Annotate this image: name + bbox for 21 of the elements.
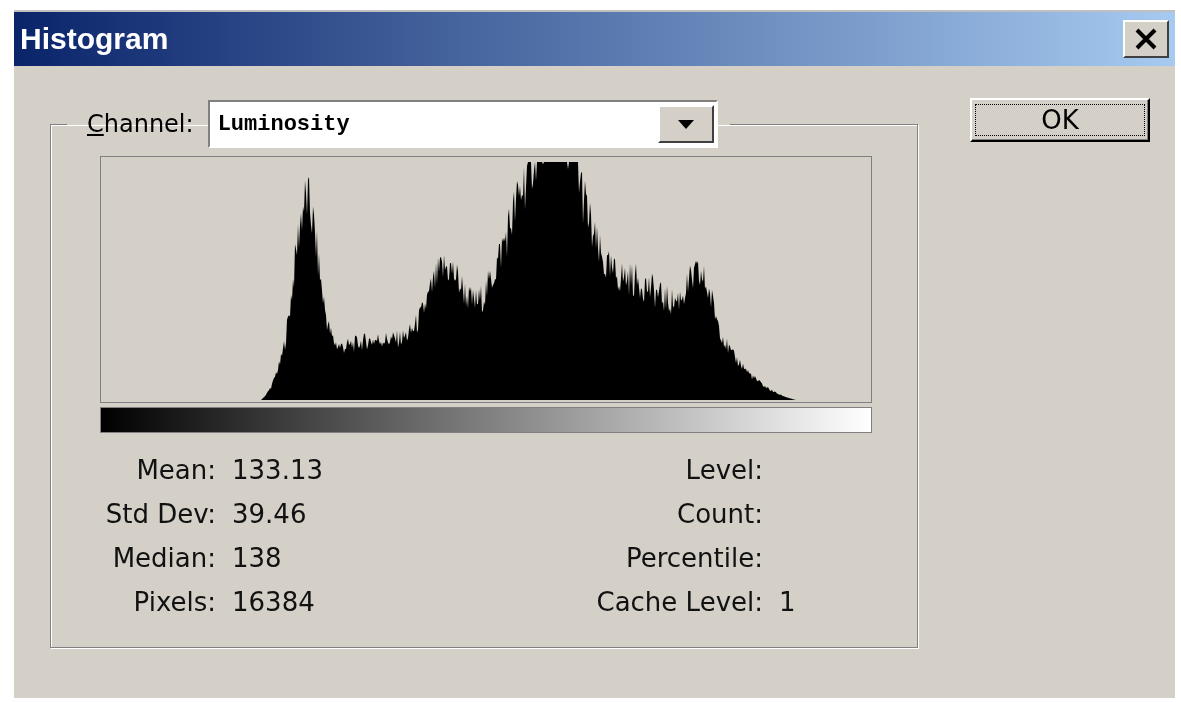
stat-value: 39.46 [232,499,307,529]
stat-label: Mean: [135,455,216,485]
close-button[interactable] [1123,20,1169,58]
stat-label: Pixels: [132,587,216,617]
stat-label: Cache Level: [595,587,763,617]
stat-label: Median: [111,543,216,573]
channel-label: Channel: [87,110,194,138]
stat-label: Level: [684,455,763,485]
stat-label: Count: [676,499,763,529]
stat-label: Std Dev: [104,499,216,529]
dropdown-button[interactable] [657,105,714,143]
ok-button[interactable]: OK [970,98,1150,142]
window-title: Histogram [20,22,169,56]
stat-value: 138 [232,543,282,573]
stat-value: 1 [779,587,796,617]
close-icon [1134,28,1158,50]
stat-label: Percentile: [624,543,763,573]
stat-value: 16384 [232,587,315,617]
caret-icon [677,119,694,129]
channel-dropdown[interactable]: Luminosity [207,100,718,148]
stat-value: 133.13 [232,455,323,485]
